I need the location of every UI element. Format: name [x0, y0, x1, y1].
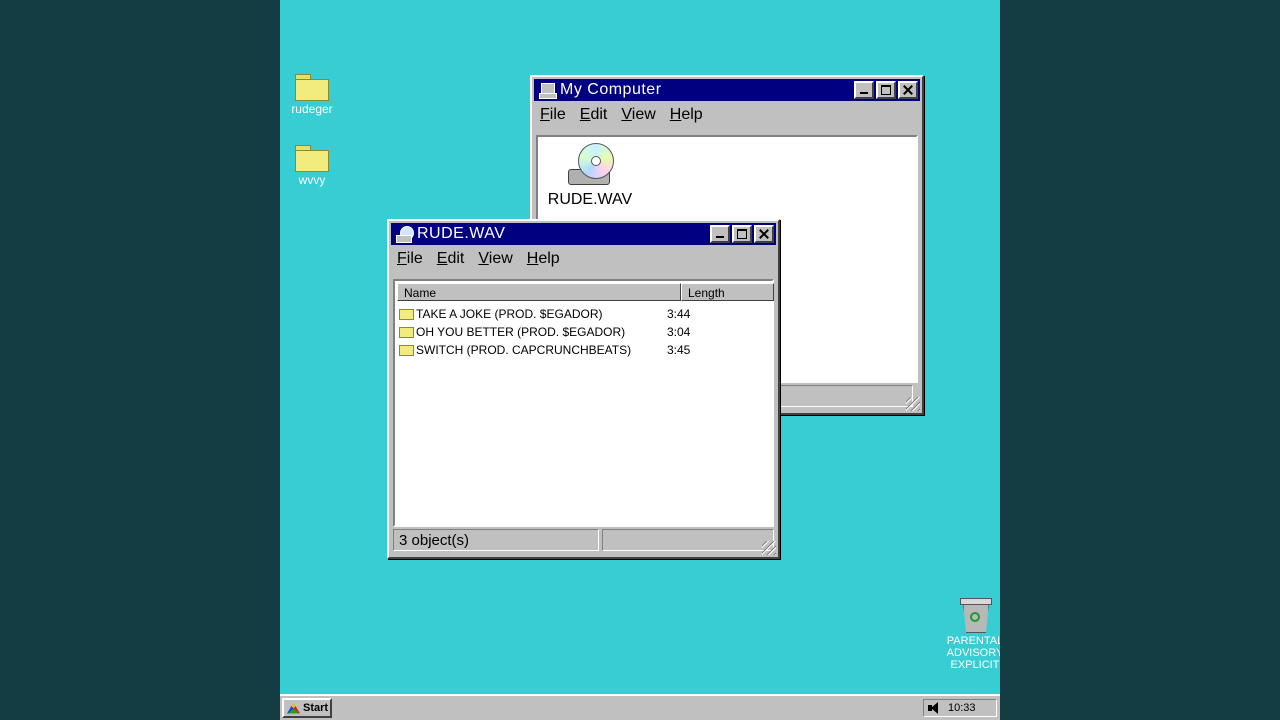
resize-grip[interactable]: [762, 541, 776, 555]
list-header: Name Length: [397, 283, 774, 301]
list-item[interactable]: TAKE A JOKE (PROD. $EGADOR) 3:44: [399, 305, 747, 323]
start-label: Start: [303, 702, 329, 714]
track-length: 3:04: [667, 325, 691, 339]
resize-grip[interactable]: [906, 397, 920, 411]
menu-bar: File Edit View Help: [389, 247, 778, 271]
desktop-icon-label: rudeger: [291, 102, 333, 116]
desktop-folder-wvvy[interactable]: wvvy: [280, 145, 344, 187]
start-button[interactable]: Start: [282, 698, 332, 718]
close-button[interactable]: [754, 225, 774, 243]
status-object-count: 3 object(s): [393, 529, 599, 551]
system-tray: 10:33: [923, 699, 997, 717]
bin-label-line-3: EXPLICIT: [950, 659, 1000, 671]
recycle-bin-icon: [959, 596, 992, 633]
computer-icon: [538, 82, 557, 99]
file-list: TAKE A JOKE (PROD. $EGADOR) 3:44 OH YOU …: [399, 305, 747, 359]
menu-view[interactable]: View: [478, 250, 512, 268]
track-length: 3:45: [667, 343, 691, 357]
menu-edit[interactable]: Edit: [437, 250, 465, 268]
track-name: TAKE A JOKE (PROD. $EGADOR): [416, 307, 603, 321]
cd-drive-icon: [395, 226, 414, 243]
menu-view[interactable]: View: [621, 106, 655, 124]
status-field-right: [602, 529, 774, 551]
folder-icon: [399, 344, 414, 356]
folder-icon: [399, 308, 414, 320]
cd-drive-item[interactable]: RUDE.WAV: [542, 141, 638, 209]
window-title: RUDE.WAV: [417, 225, 506, 242]
desktop: rudeger wvvy My Computer File Edit View …: [280, 0, 1000, 720]
title-bar[interactable]: My Computer: [534, 79, 920, 101]
bin-label-line-1: PARENTAL: [946, 635, 1000, 647]
recycle-bin[interactable]: PARENTAL ADVISORY EXPLICIT: [935, 596, 1000, 671]
cd-drive-icon: [566, 141, 614, 187]
bin-label-line-2: ADVISORY: [946, 647, 1000, 659]
track-length: 3:44: [667, 307, 691, 321]
minimize-button[interactable]: [710, 225, 730, 243]
folder-icon: [295, 145, 329, 172]
title-bar[interactable]: RUDE.WAV: [391, 223, 776, 245]
drive-label: RUDE.WAV: [547, 191, 633, 208]
column-header-name[interactable]: Name: [397, 283, 681, 301]
menu-edit[interactable]: Edit: [580, 106, 608, 124]
close-button[interactable]: [898, 81, 918, 99]
folder-icon: [295, 74, 329, 101]
window-title: My Computer: [560, 81, 662, 98]
status-bar: 3 object(s): [393, 529, 774, 551]
minimize-button[interactable]: [854, 81, 874, 99]
menu-file[interactable]: File: [397, 250, 423, 268]
desktop-icon-label: wvvy: [298, 173, 326, 187]
clock[interactable]: 10:33: [948, 702, 976, 714]
file-list-pane: Name Length TAKE A JOKE (PROD. $EGADOR) …: [393, 279, 774, 527]
maximize-button[interactable]: [732, 225, 752, 243]
menu-help[interactable]: Help: [670, 106, 703, 124]
menu-file[interactable]: File: [540, 106, 566, 124]
rude-wav-window[interactable]: RUDE.WAV File Edit View Help Name Length…: [387, 219, 780, 559]
maximize-button[interactable]: [876, 81, 896, 99]
list-item[interactable]: OH YOU BETTER (PROD. $EGADOR) 3:04: [399, 323, 747, 341]
column-header-length[interactable]: Length: [681, 283, 774, 301]
track-name: SWITCH (PROD. CAPCRUNCHBEATS): [416, 343, 632, 357]
desktop-folder-rudeger[interactable]: rudeger: [280, 74, 344, 116]
list-item[interactable]: SWITCH (PROD. CAPCRUNCHBEATS) 3:45: [399, 341, 747, 359]
folder-icon: [399, 326, 414, 338]
windows-logo-icon: [287, 702, 300, 714]
track-name: OH YOU BETTER (PROD. $EGADOR): [416, 325, 626, 339]
speaker-icon[interactable]: [928, 702, 942, 714]
menu-bar: File Edit View Help: [532, 103, 922, 127]
menu-help[interactable]: Help: [527, 250, 560, 268]
taskbar: Start 10:33: [280, 694, 1000, 720]
